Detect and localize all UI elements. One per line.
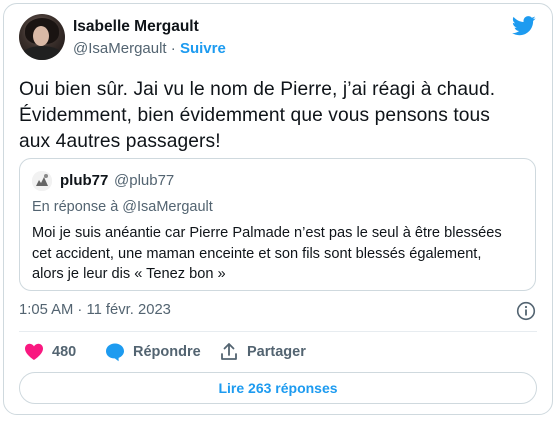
- reply-label: Répondre: [133, 344, 201, 360]
- share-button[interactable]: Partager: [219, 340, 306, 364]
- twitter-bird-icon[interactable]: [512, 16, 536, 36]
- author-name[interactable]: Isabelle Mergault: [73, 18, 199, 36]
- quoted-author-handle[interactable]: @plub77: [114, 172, 174, 189]
- quoted-author-name[interactable]: plub77: [60, 172, 108, 189]
- speech-bubble-icon: [106, 343, 124, 362]
- info-icon[interactable]: [516, 301, 536, 321]
- divider: [19, 331, 537, 332]
- tweet-text-line: aux 4autres passagers!: [19, 131, 221, 152]
- reply-button[interactable]: Répondre: [105, 340, 201, 364]
- share-upload-icon: [221, 343, 237, 360]
- quoted-author-avatar[interactable]: [32, 171, 52, 191]
- tweet-text-line: Oui bien sûr. Jai vu le nom de Pierre, j…: [19, 79, 496, 100]
- like-count: 480: [52, 344, 77, 360]
- reply-context: En réponse à @IsaMergault: [32, 199, 213, 215]
- heart-icon: [25, 343, 43, 360]
- follow-link[interactable]: Suivre: [180, 40, 226, 57]
- tweet-card: Isabelle Mergault @IsaMergault · Suivre …: [3, 3, 553, 415]
- quoted-text-line: alors je leur dis « Tenez bon »: [32, 266, 226, 282]
- tweet-text: Oui bien sûr. Jai vu le nom de Pierre, j…: [19, 77, 539, 155]
- tweet-text-line: Évidemment, bien évidemment que vous pen…: [19, 105, 490, 126]
- author-handle[interactable]: @IsaMergault: [73, 40, 167, 57]
- like-button[interactable]: 480: [24, 340, 76, 364]
- meta-separator: ·: [170, 40, 176, 57]
- author-meta: @IsaMergault · Suivre: [73, 40, 226, 57]
- quoted-text-line: cet accident, une maman enceinte et son …: [32, 245, 482, 262]
- author-avatar[interactable]: [19, 14, 65, 60]
- quoted-text-line: Moi je suis anéantie car Pierre Palmade …: [32, 225, 502, 241]
- share-label: Partager: [247, 344, 306, 360]
- read-replies-button[interactable]: Lire 263 réponses: [19, 372, 537, 404]
- quoted-tweet[interactable]: plub77 @plub77 En réponse à @IsaMergault…: [19, 158, 536, 291]
- tweet-timestamp[interactable]: 1:05 AM · 11 févr. 2023: [19, 302, 171, 318]
- quoted-tweet-text: Moi je suis anéantie car Pierre Palmade …: [32, 223, 527, 285]
